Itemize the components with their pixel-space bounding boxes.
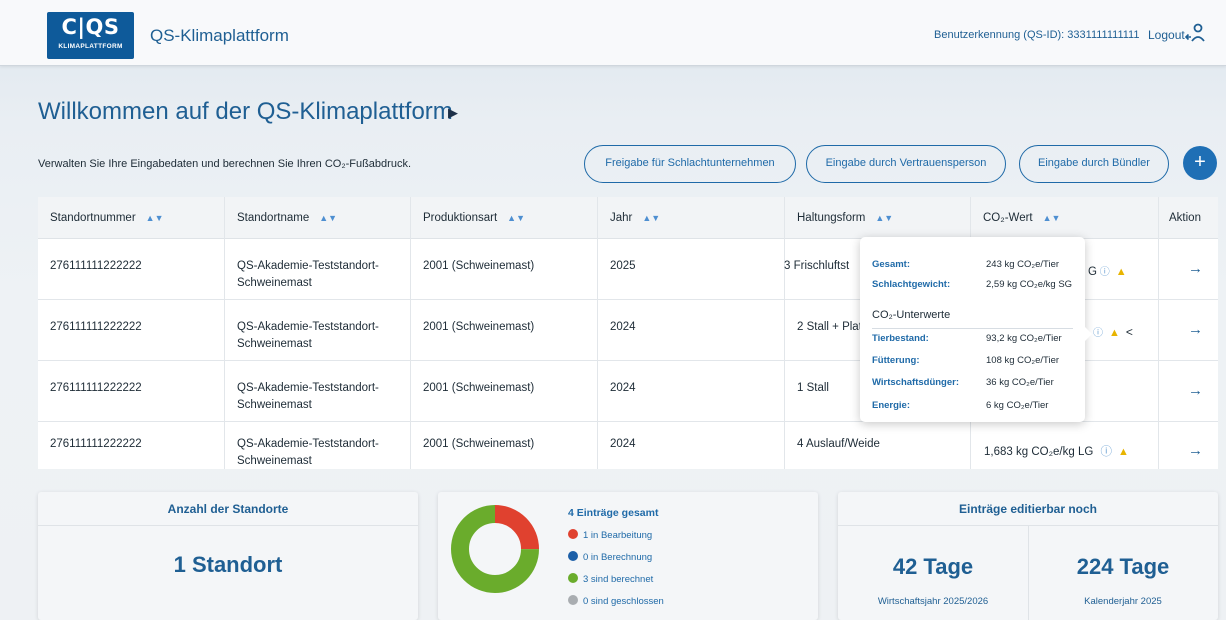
open-row-arrow-icon[interactable]: → — [1188, 321, 1203, 338]
logo-subtitle: KLIMAPLATTFORM — [58, 43, 123, 50]
app-title[interactable]: QS-Klimaplattform — [150, 26, 289, 46]
days-fiscal-year: 42 Tage — [892, 554, 974, 579]
cell-jahr: 2024 — [610, 321, 636, 333]
cell-jahr: 2025 — [610, 260, 636, 272]
cell-produktionsart: 2001 (Schweinemast) — [423, 321, 535, 333]
cell-jahr: 2024 — [610, 438, 636, 450]
trustee-entry-button[interactable]: Eingabe durch Vertrauensperson — [806, 145, 1006, 183]
col-co2-wert[interactable]: CO₂-Wert ▲▼ — [983, 197, 1060, 239]
release-slaughter-button[interactable]: Freigabe für Schlachtunternehmen — [584, 145, 796, 183]
qs-logo[interactable]: C|QS KLIMAPLATTFORM — [47, 12, 134, 59]
play-icon[interactable]: ▶ — [448, 105, 458, 121]
cell-standortname: QS-Akademie-Teststandort- Schweinemast — [237, 382, 379, 411]
sort-icon[interactable]: ▲▼ — [875, 213, 893, 223]
legend-item: 0 in Berechnung — [568, 551, 652, 563]
cell-haltungsform: 3 Frischluftst — [784, 260, 850, 272]
cell-standortnummer: 276111111222222 — [50, 260, 142, 272]
cell-standortname: QS-Akademie-Teststandort- Schweinemast — [237, 321, 379, 350]
editable-card-title: Einträge editierbar noch — [838, 492, 1218, 526]
days-calendar-year: 224 Tage — [1076, 554, 1170, 579]
legend-item: 1 in Bearbeitung — [568, 529, 652, 541]
cell-co2-partial: G — [1088, 266, 1097, 278]
editable-card: Einträge editierbar noch 42 Tage Wirtsch… — [838, 492, 1218, 620]
table-row[interactable]: 276111111222222 QS-Akademie-Teststandort… — [38, 422, 1218, 469]
share-icon[interactable]: < — [1126, 325, 1133, 339]
warning-icon[interactable]: ▲ — [1118, 446, 1129, 458]
page-title: Willkommen auf der QS-Klimaplattform — [38, 98, 453, 125]
user-id: Benutzerkennung (QS-ID): 3331111111111 — [934, 29, 1140, 41]
col-haltungsform[interactable]: Haltungsform ▲▼ — [797, 197, 893, 239]
cell-standortnummer: 276111111222222 — [50, 321, 142, 333]
green-dot-icon — [568, 573, 578, 583]
top-bar: C|QS KLIMAPLATTFORM QS-Klimaplattform Be… — [0, 0, 1226, 66]
fiscal-year-label: Wirtschaftsjahr 2025/2026 — [877, 596, 989, 607]
entries-total: 4 Einträge gesamt — [568, 507, 659, 519]
info-icon[interactable]: ⓘ — [1101, 446, 1113, 458]
calendar-year-label: Kalenderjahr 2025 — [1084, 596, 1162, 607]
gray-dot-icon — [568, 595, 578, 605]
sites-card-title: Anzahl der Standorte — [38, 492, 418, 526]
cell-haltungsform: 4 Auslauf/Weide — [797, 438, 880, 450]
cell-haltungsform: 2 Stall + Platz — [797, 321, 868, 333]
cell-jahr: 2024 — [610, 382, 636, 394]
info-icon[interactable]: ⓘ — [1093, 328, 1103, 339]
blue-dot-icon — [568, 551, 578, 561]
logout-icon[interactable] — [1184, 22, 1208, 46]
legend-item: 0 sind geschlossen — [568, 595, 664, 607]
page-subtitle: Verwalten Sie Ihre Eingabedaten und bere… — [38, 158, 411, 170]
sites-count: 1 Standort — [173, 552, 283, 577]
sort-icon[interactable]: ▲▼ — [146, 213, 164, 223]
open-row-arrow-icon[interactable]: → — [1188, 382, 1203, 399]
legend-item: 3 sind berechnet — [568, 573, 653, 585]
sites-card: Anzahl der Standorte 1 Standort — [38, 492, 418, 620]
info-icon[interactable]: ⓘ — [1100, 267, 1110, 278]
warning-icon[interactable]: ▲ — [1109, 327, 1120, 339]
cell-standortnummer: 276111111222222 — [50, 382, 142, 394]
sort-icon[interactable]: ▲▼ — [507, 213, 525, 223]
tooltip-section-title: CO₂-Unterwerte — [872, 309, 951, 321]
cell-produktionsart: 2001 (Schweinemast) — [423, 438, 535, 450]
col-produktionsart[interactable]: Produktionsart ▲▼ — [423, 197, 525, 239]
bundler-entry-button[interactable]: Eingabe durch Bündler — [1019, 145, 1169, 183]
open-row-arrow-icon[interactable]: → — [1188, 442, 1203, 459]
col-standortnummer[interactable]: Standortnummer ▲▼ — [50, 197, 163, 239]
add-button[interactable]: + — [1183, 146, 1217, 180]
logout-link[interactable]: Logout — [1148, 28, 1185, 42]
sort-icon[interactable]: ▲▼ — [319, 213, 337, 223]
col-aktion: Aktion — [1169, 212, 1201, 224]
cell-standortnummer: 276111111222222 — [50, 438, 142, 450]
sort-icon[interactable]: ▲▼ — [1043, 213, 1061, 223]
cell-produktionsart: 2001 (Schweinemast) — [423, 260, 535, 272]
cell-standortname: QS-Akademie-Teststandort- Schweinemast — [237, 260, 379, 289]
status-donut-chart — [451, 505, 539, 593]
cell-co2-value: 1,683 kg CO₂e/kg LG — [984, 446, 1094, 458]
sort-icon[interactable]: ▲▼ — [642, 213, 660, 223]
col-standortname[interactable]: Standortname ▲▼ — [237, 197, 337, 239]
col-jahr[interactable]: Jahr ▲▼ — [610, 197, 660, 239]
cell-haltungsform: 1 Stall — [797, 382, 829, 394]
co2-tooltip: Gesamt: 243 kg CO₂e/Tier Schlachtgewicht:… — [860, 237, 1092, 422]
logo-mark: C|QS — [61, 15, 120, 39]
red-dot-icon — [568, 529, 578, 539]
open-row-arrow-icon[interactable]: → — [1188, 260, 1203, 277]
warning-icon[interactable]: ▲ — [1116, 266, 1127, 278]
table-header: Standortnummer ▲▼ Standortname ▲▼ Produkti… — [38, 197, 1218, 239]
cell-produktionsart: 2001 (Schweinemast) — [423, 382, 535, 394]
cell-standortname: QS-Akademie-Teststandort- Schweinemast — [237, 438, 379, 467]
